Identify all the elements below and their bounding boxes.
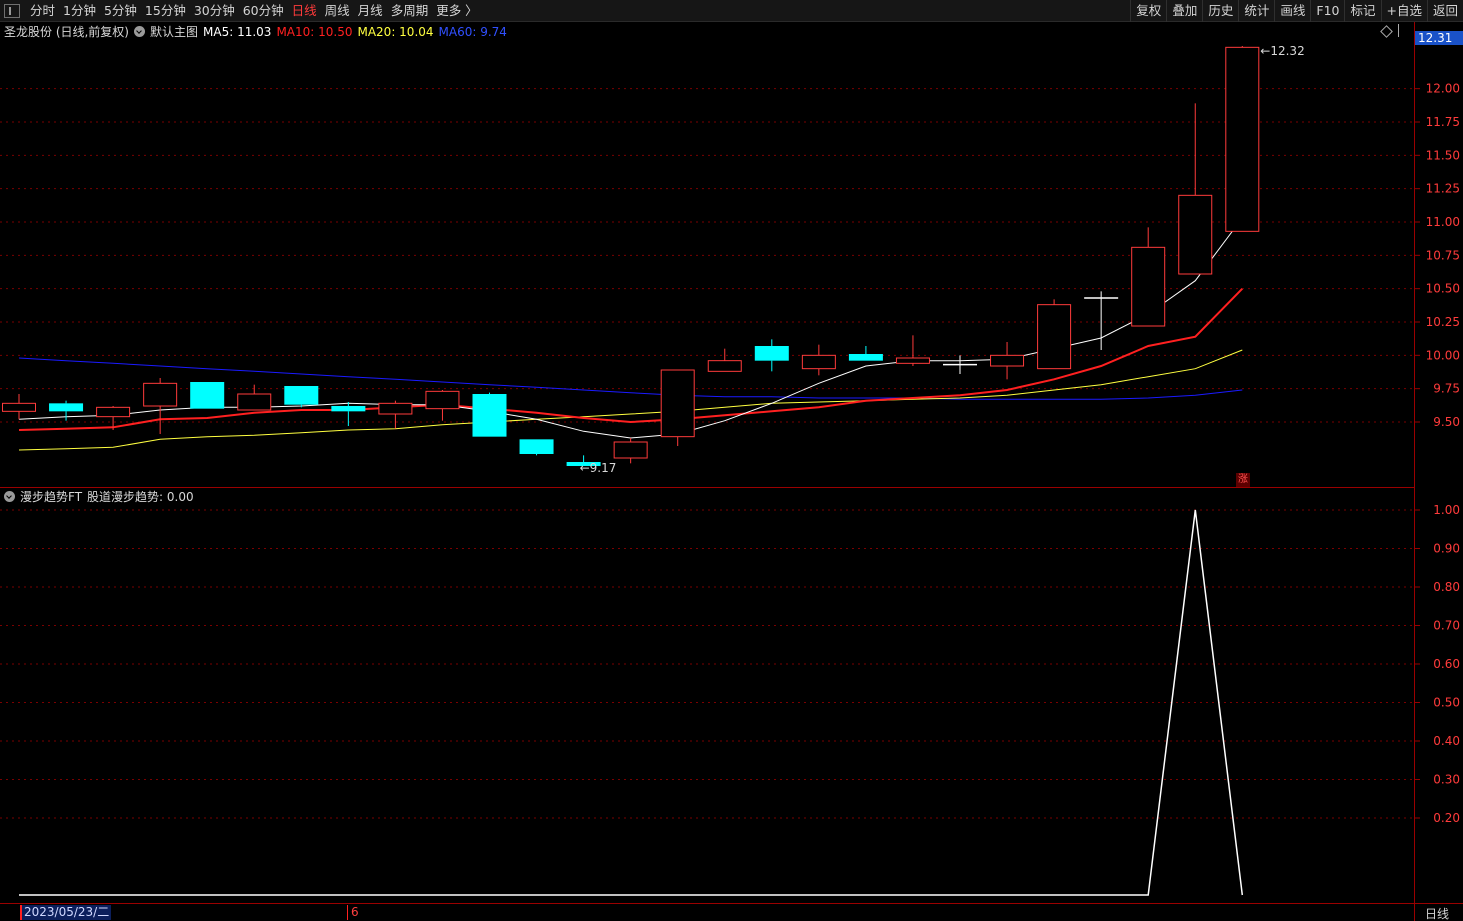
candle-up-body xyxy=(613,441,648,459)
period-label[interactable]: 日线 xyxy=(1425,905,1449,921)
candle-down-body xyxy=(848,354,883,361)
candle-up-body xyxy=(1131,246,1166,327)
price-tick-label: 11.75 xyxy=(1426,115,1460,129)
candle-down-body xyxy=(49,403,84,412)
current-price-label: 12.31 xyxy=(1415,31,1463,45)
price-tick-label: 9.75 xyxy=(1433,382,1460,396)
indicator-tick-label: 0.30 xyxy=(1433,773,1460,787)
price-tick-label: 10.75 xyxy=(1426,248,1460,262)
candle-up-body xyxy=(378,402,413,415)
price-tick-label: 9.50 xyxy=(1433,415,1460,429)
candle-up-body xyxy=(237,393,272,411)
candle-down-body xyxy=(754,346,789,361)
candle-down-body xyxy=(284,386,319,405)
candle-up-body xyxy=(895,357,930,364)
price-tick-label: 12.00 xyxy=(1426,82,1460,96)
cursor-date: 2023/05/23/二 xyxy=(20,905,112,920)
candle-up-body xyxy=(801,354,836,370)
indicator-tick-label: 0.80 xyxy=(1433,580,1460,594)
candle-up-body xyxy=(707,360,742,372)
indicator-tick-label: 0.50 xyxy=(1433,696,1460,710)
candle-up-body xyxy=(660,369,695,438)
candle-down-body xyxy=(331,406,366,412)
price-tick-label: 10.25 xyxy=(1426,315,1460,329)
indicator-tick-label: 1.00 xyxy=(1433,503,1460,517)
price-tick-label: 10.00 xyxy=(1426,348,1460,362)
kline-chart[interactable]: 12.00 11.75 11.50 11.25 11.00 10.75 10.50 10.25… xyxy=(0,0,1463,921)
candle-down-body xyxy=(190,382,225,409)
indicator-tick-label: 0.90 xyxy=(1433,542,1460,556)
price-tick-label: 11.50 xyxy=(1426,148,1460,162)
price-tick-label: 11.25 xyxy=(1426,182,1460,196)
candle-up-body xyxy=(1037,304,1072,370)
candle-up-body xyxy=(2,402,36,412)
indicator-tick-label: 0.70 xyxy=(1433,619,1460,633)
candle-up-body xyxy=(143,382,178,407)
date-axis: 2023/05/23/二 6 xyxy=(0,904,1415,921)
low-price-marker: ←9.17 xyxy=(580,461,617,475)
limit-up-badge: 涨 xyxy=(1236,473,1250,487)
candle-up-body xyxy=(990,354,1025,367)
candle-up-body xyxy=(1225,46,1260,232)
price-tick-label: 11.00 xyxy=(1426,215,1460,229)
candle-down-body xyxy=(519,439,554,454)
candle-up-body xyxy=(96,406,131,418)
indicator-tick-label: 0.40 xyxy=(1433,734,1460,748)
candle-down-body xyxy=(472,394,507,437)
high-price-marker: ←12.32 xyxy=(1260,44,1304,58)
indicator-tick-label: 0.60 xyxy=(1433,657,1460,671)
candle-up-body xyxy=(1178,194,1213,275)
month-tick: 6 xyxy=(347,905,359,920)
indicator-tick-label: 0.20 xyxy=(1433,811,1460,825)
candle-up-body xyxy=(425,390,460,410)
price-tick-label: 10.50 xyxy=(1426,282,1460,296)
